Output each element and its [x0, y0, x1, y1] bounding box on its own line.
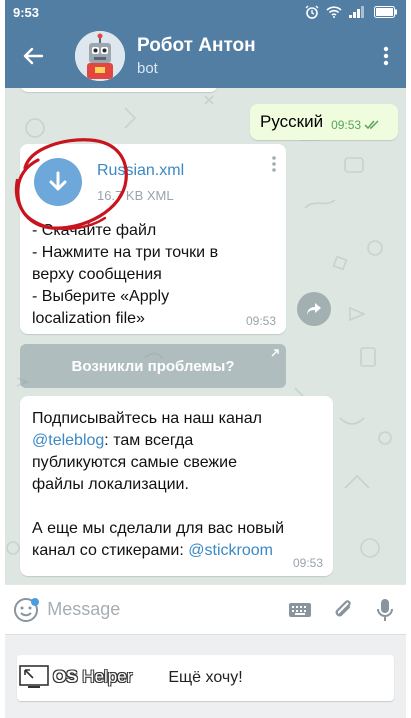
file-message-text: - Скачайте файл - Нажмите на три точки в… — [32, 220, 282, 330]
instruction-line: localization file» — [32, 310, 145, 327]
message-line: @teleblog: там всегда — [32, 430, 328, 452]
share-arrow-icon — [307, 303, 321, 315]
message-input-bar — [5, 584, 406, 634]
share-button[interactable] — [297, 292, 331, 326]
status-bar: 9:53 — [5, 0, 406, 24]
status-time: 9:53 — [13, 4, 40, 20]
message-line: канал со стикерами: @stickroom — [32, 540, 328, 562]
external-link-icon — [271, 349, 279, 357]
bot-reply-keyboard: Ещё хочу! — [5, 634, 406, 718]
channel-message-text: Подписывайтесь на наш канал @teleblog: т… — [32, 408, 328, 562]
wifi-icon — [326, 6, 342, 18]
instruction-line: верху сообщения — [32, 266, 162, 283]
instruction-line: - Нажмите на три точки в — [32, 244, 219, 261]
message-input[interactable] — [47, 599, 280, 620]
instruction-line: - Скачайте файл — [32, 222, 157, 239]
message-line: файлы локализации. — [32, 476, 189, 493]
teleblog-link[interactable]: @teleblog — [32, 432, 104, 449]
message-line: Подписывайтесь на наш канал — [32, 410, 262, 427]
chat-title: Робот Антон — [137, 35, 256, 56]
double-check-icon — [364, 120, 379, 130]
instruction-line: - Выберите «Apply — [32, 288, 170, 305]
voice-button[interactable] — [364, 585, 406, 635]
telegram-chat-screen: 9:53 Робот Антон bot Русский 09:53 Russi… — [5, 0, 406, 718]
problems-inline-button[interactable]: Возникли проблемы? — [20, 344, 286, 388]
chat-header: Робот Антон bot — [5, 24, 406, 88]
outgoing-message-time: 09:53 — [331, 118, 362, 132]
more-vertical-icon — [383, 46, 389, 66]
attach-button[interactable] — [322, 585, 364, 635]
more-vertical-icon — [272, 156, 276, 172]
signal-icon — [349, 6, 364, 18]
chat-area[interactable]: Русский 09:53 Russian.xml 16.7 KB XML - … — [5, 88, 406, 584]
header-menu-button[interactable] — [366, 24, 406, 88]
reply-button-more[interactable]: Ещё хочу! — [17, 655, 394, 701]
back-button[interactable] — [5, 24, 61, 88]
message-line: А еще мы сделали для вас новый — [32, 520, 285, 537]
message-line-part: канал со стикерами: — [32, 542, 189, 559]
emoji-icon — [14, 597, 40, 622]
message-line: публикуются самые свежие — [32, 454, 237, 471]
outgoing-message[interactable]: Русский 09:53 — [250, 104, 398, 140]
file-menu-button[interactable] — [272, 156, 276, 177]
emoji-button[interactable] — [5, 585, 47, 635]
download-button[interactable] — [34, 158, 82, 206]
outgoing-message-text: Русский — [260, 112, 324, 131]
chat-subtitle: bot — [137, 60, 158, 77]
file-message-time: 09:53 — [245, 314, 276, 328]
file-size: 16.7 KB XML — [97, 188, 174, 203]
channel-message[interactable]: Подписывайтесь на наш канал @teleblog: т… — [20, 396, 333, 576]
previous-message-bubble — [20, 88, 218, 92]
file-message[interactable]: Russian.xml 16.7 KB XML - Скачайте файл … — [20, 144, 286, 334]
bot-avatar[interactable] — [75, 31, 125, 81]
robot-avatar-icon — [75, 31, 125, 81]
stickroom-link[interactable]: @stickroom — [188, 542, 273, 559]
download-arrow-icon — [49, 171, 67, 191]
paperclip-icon — [335, 599, 351, 616]
microphone-icon — [376, 598, 393, 621]
alarm-icon — [305, 5, 319, 19]
message-line-part: : там всегда — [104, 432, 194, 449]
keyboard-icon — [289, 602, 312, 617]
chat-title-area[interactable]: Робот Антон bot — [137, 35, 366, 77]
file-name[interactable]: Russian.xml — [97, 162, 184, 180]
problems-button-label: Возникли проблемы? — [71, 357, 235, 375]
bot-keyboard-button[interactable] — [279, 585, 321, 635]
battery-icon — [374, 6, 397, 18]
channel-message-time: 09:53 — [292, 556, 323, 570]
arrow-left-icon — [23, 47, 43, 65]
